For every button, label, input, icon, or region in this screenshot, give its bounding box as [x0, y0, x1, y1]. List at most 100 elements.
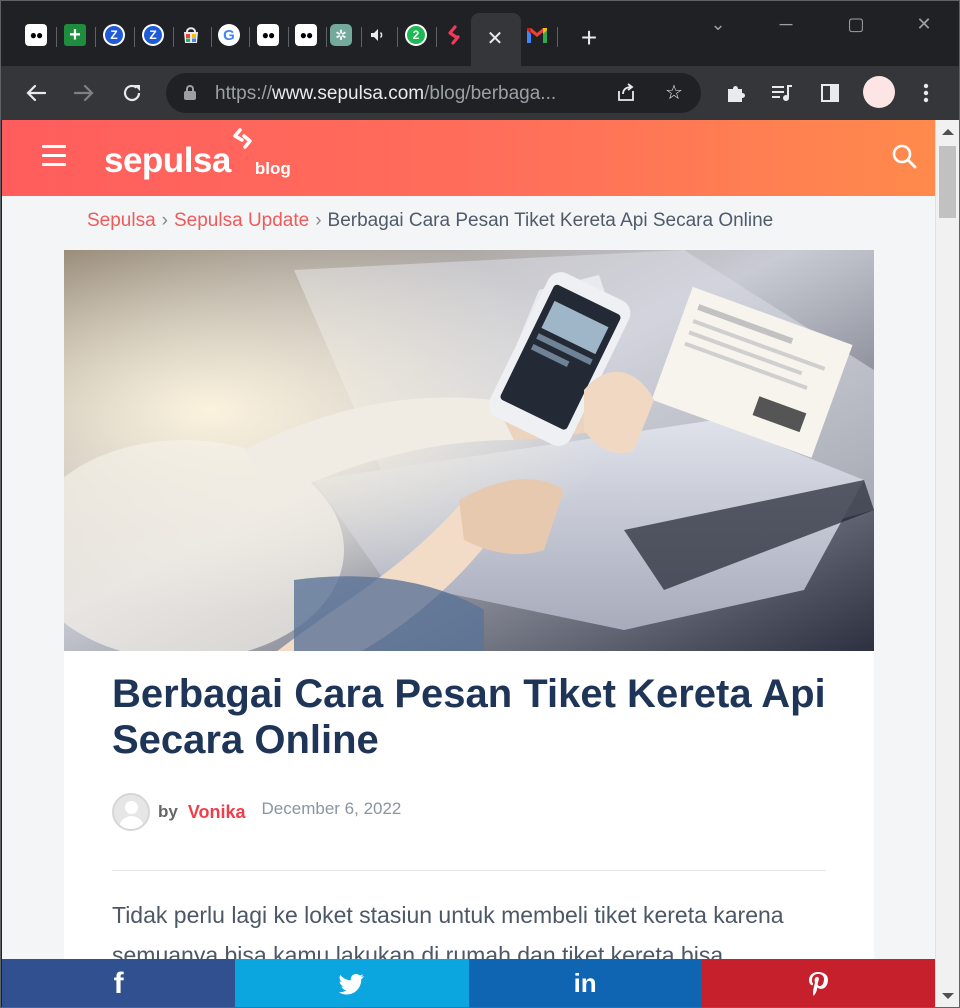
zoho-icon: Z [103, 24, 125, 46]
badge-two-icon: 2 [405, 24, 427, 46]
media-control-button[interactable] [767, 78, 797, 108]
scroll-up-arrow-icon[interactable] [942, 129, 954, 135]
bookmark-star-icon[interactable]: ☆ [662, 81, 686, 105]
reload-button[interactable] [117, 78, 147, 108]
tab-medium[interactable]: ●● [290, 19, 322, 51]
breadcrumb-separator: › [161, 210, 168, 231]
tab-zoho[interactable]: Z [137, 19, 169, 51]
breadcrumb-separator: › [315, 210, 322, 231]
vertical-scrollbar[interactable] [935, 120, 959, 1007]
back-arrow-icon [26, 84, 47, 102]
lock-icon[interactable] [184, 85, 196, 100]
url-text[interactable]: https://www.sepulsa.com/blog/berbaga... [215, 83, 556, 105]
hamburger-menu-icon[interactable] [42, 145, 66, 167]
article-card: Berbagai Cara Pesan Tiket Kereta Api Sec… [64, 651, 874, 1007]
share-page-icon[interactable] [614, 81, 638, 105]
linkedin-icon: in [573, 968, 597, 998]
reload-icon [123, 84, 141, 102]
back-button[interactable] [21, 78, 51, 108]
minimize-button[interactable]: ─ [771, 11, 801, 37]
search-button[interactable] [890, 142, 918, 170]
forward-button[interactable] [69, 78, 99, 108]
side-panel-button[interactable] [815, 78, 845, 108]
speaker-icon [371, 29, 383, 41]
side-panel-icon [821, 84, 839, 102]
close-tab-icon[interactable]: ✕ [483, 27, 507, 51]
author-link[interactable]: Vonika [188, 802, 246, 823]
share-pinterest-button[interactable] [701, 959, 935, 1007]
tab-separator [397, 27, 398, 47]
article-meta: by Vonika December 6, 2022 [112, 793, 401, 831]
share-linkedin-button[interactable]: in [468, 959, 702, 1007]
extensions-button[interactable] [721, 78, 751, 108]
web-store-icon [184, 27, 198, 43]
google-icon: G [218, 24, 240, 46]
forward-arrow-icon [73, 84, 94, 102]
new-tab-button[interactable]: + [575, 24, 603, 53]
hero-photo-illustration [64, 250, 874, 651]
tab-separator [95, 27, 96, 47]
profile-avatar[interactable] [863, 76, 895, 108]
tab-separator [56, 27, 57, 47]
zoho-icon: Z [142, 24, 164, 46]
tab-separator [249, 27, 250, 47]
sepulsa-icon [448, 25, 460, 45]
tab-google[interactable]: G [213, 19, 245, 51]
share-twitter-button[interactable] [235, 959, 469, 1007]
maximize-button[interactable]: ▢ [841, 11, 871, 37]
tab-sepulsa[interactable] [438, 19, 470, 51]
tab-google-sheets[interactable]: + [59, 19, 91, 51]
tab-separator [436, 27, 437, 47]
medium-icon: ●● [295, 24, 317, 46]
breadcrumb-current: Berbagai Cara Pesan Tiket Kereta Api Sec… [327, 210, 774, 231]
tab-chatgpt[interactable]: ✲ [325, 19, 357, 51]
tab-web-store[interactable] [175, 19, 207, 51]
playlist-icon [772, 85, 792, 101]
close-window-button[interactable]: ✕ [909, 11, 939, 37]
breadcrumb-home-link[interactable]: Sepulsa [87, 210, 156, 231]
search-icon [892, 144, 917, 169]
tab-separator [134, 27, 135, 47]
address-bar[interactable]: https://www.sepulsa.com/blog/berbaga... … [166, 73, 701, 113]
breadcrumb: Sepulsa › Sepulsa Update › Berbagai Cara Pes… [87, 210, 773, 232]
tab-gmail[interactable] [521, 19, 553, 51]
tab-medium[interactable]: ●● [252, 19, 284, 51]
hero-image [64, 250, 874, 651]
tab-strip: ●● + Z Z G ●● ●● ✲ 2 ✕ + ⌄ ─ ▢ ✕ [1, 1, 959, 66]
twitter-icon [338, 973, 364, 994]
tab-search-icon[interactable]: ⌄ [703, 11, 733, 37]
tab-separator [173, 27, 174, 47]
meta-divider [112, 870, 826, 871]
tab-separator [288, 27, 289, 47]
share-facebook-button[interactable]: f [2, 959, 236, 1007]
tab-zoho[interactable]: Z [98, 19, 130, 51]
site-header: sepulsa blog [2, 120, 935, 196]
breadcrumb-category-link[interactable]: Sepulsa Update [174, 210, 309, 231]
facebook-icon: f [113, 966, 124, 1000]
pinterest-icon [809, 971, 829, 996]
logo-blog-label: blog [254, 159, 291, 178]
browser-window: ●● + Z Z G ●● ●● ✲ 2 ✕ + ⌄ ─ ▢ ✕ https:/… [0, 0, 960, 1008]
tab-audio[interactable] [362, 19, 394, 51]
scrollbar-thumb[interactable] [939, 146, 956, 218]
scroll-down-arrow-icon[interactable] [942, 993, 954, 999]
share-bar: f in [2, 959, 935, 1007]
chatgpt-icon: ✲ [330, 24, 352, 46]
author-avatar-icon[interactable] [112, 793, 150, 831]
puzzle-icon [728, 86, 745, 102]
gmail-icon [527, 28, 547, 43]
menu-button[interactable] [911, 78, 941, 108]
more-vert-icon [923, 83, 929, 103]
medium-icon: ●● [25, 24, 47, 46]
sepulsa-logo-icon [233, 128, 252, 149]
by-label: by [158, 802, 178, 821]
publish-date: December 6, 2022 [261, 799, 402, 818]
tab-medium[interactable]: ●● [20, 19, 52, 51]
tab-notification[interactable]: 2 [400, 19, 432, 51]
browser-toolbar: https://www.sepulsa.com/blog/berbaga... … [1, 66, 959, 120]
medium-icon: ●● [257, 24, 279, 46]
page-viewport: sepulsa blog Sepulsa › Sepulsa Update › Berb… [2, 120, 935, 1007]
google-sheets-icon: + [64, 24, 86, 46]
site-logo[interactable]: sepulsa blog [104, 128, 291, 180]
tab-separator [557, 27, 558, 47]
